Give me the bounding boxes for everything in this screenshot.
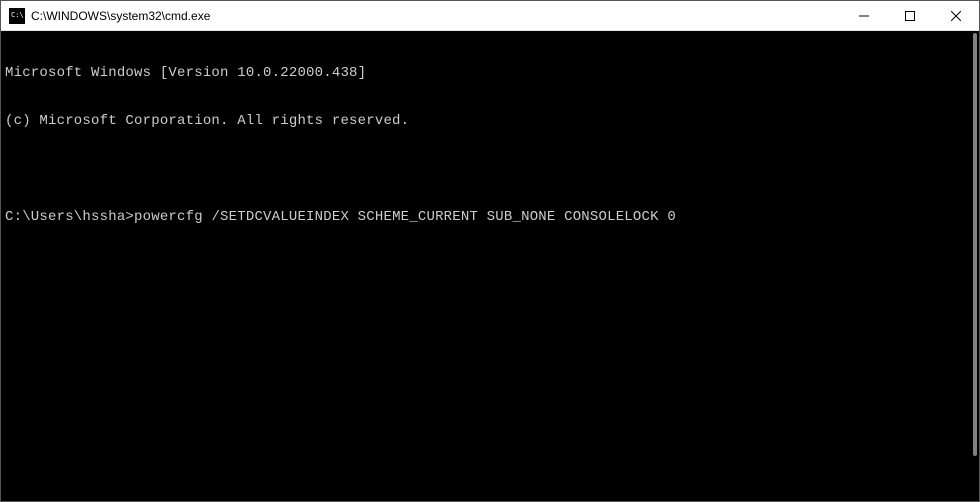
close-button[interactable] — [933, 1, 979, 30]
minimize-icon — [859, 11, 869, 21]
minimize-button[interactable] — [841, 1, 887, 30]
titlebar[interactable]: C:\WINDOWS\system32\cmd.exe — [1, 1, 979, 31]
version-line: Microsoft Windows [Version 10.0.22000.43… — [1, 65, 979, 81]
window-controls — [841, 1, 979, 30]
client-area: Microsoft Windows [Version 10.0.22000.43… — [1, 31, 979, 501]
copyright-line: (c) Microsoft Corporation. All rights re… — [1, 113, 979, 129]
close-icon — [951, 11, 961, 21]
scrollbar-thumb[interactable] — [973, 33, 977, 456]
blank-line — [1, 161, 979, 177]
command-input[interactable]: powercfg /SETDCVALUEINDEX SCHEME_CURRENT… — [134, 209, 676, 225]
cmd-icon — [9, 8, 25, 24]
maximize-button[interactable] — [887, 1, 933, 30]
prompt-line[interactable]: C:\Users\hssha>powercfg /SETDCVALUEINDEX… — [1, 209, 979, 225]
terminal-output[interactable]: Microsoft Windows [Version 10.0.22000.43… — [1, 31, 979, 257]
cmd-window: C:\WINDOWS\system32\cmd.exe Microsoft Wi… — [0, 0, 980, 502]
prompt: C:\Users\hssha> — [5, 209, 134, 225]
vertical-scrollbar[interactable] — [963, 31, 979, 501]
maximize-icon — [905, 11, 915, 21]
window-title: C:\WINDOWS\system32\cmd.exe — [31, 9, 841, 23]
